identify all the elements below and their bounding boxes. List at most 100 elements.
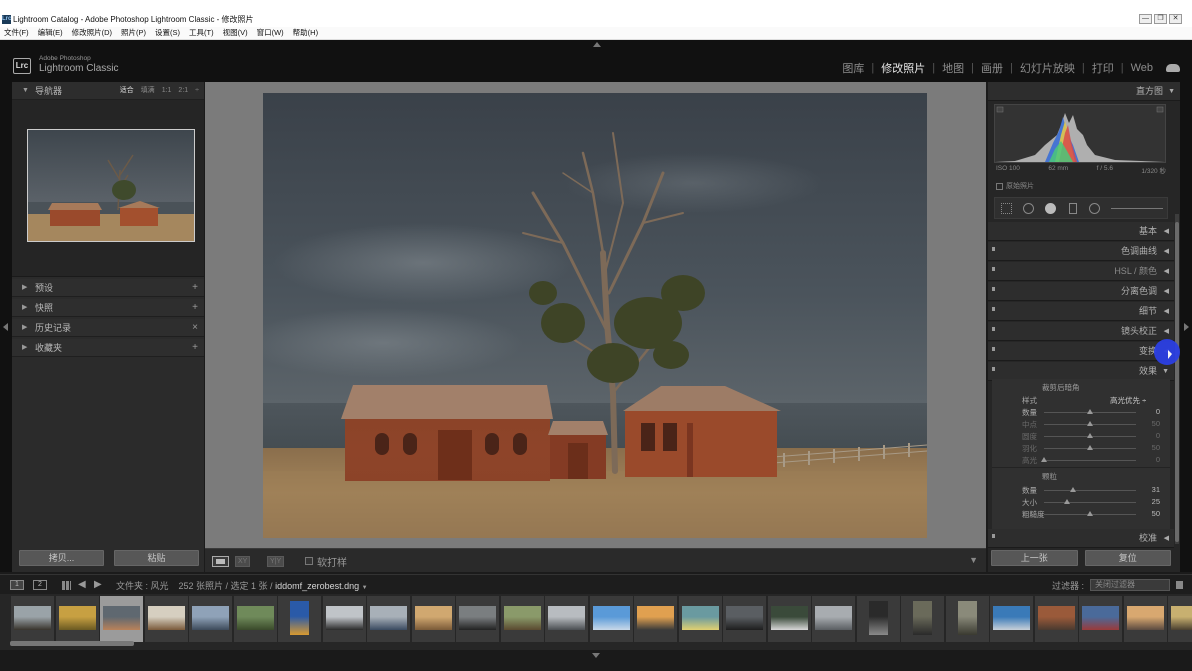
vignette-slider-knob[interactable] <box>1087 433 1093 438</box>
vignette-slider-value[interactable]: 0 <box>1156 455 1160 464</box>
primary-window-button[interactable]: 1 <box>10 580 24 590</box>
menu-view[interactable]: 视图(V) <box>223 27 248 39</box>
grain-slider-knob[interactable] <box>1087 511 1093 516</box>
add-collection-icon[interactable]: + <box>192 339 198 357</box>
scrollbar-thumb[interactable] <box>1175 222 1179 542</box>
filmstrip-thumbnail[interactable] <box>1168 596 1192 642</box>
radial-filter-icon[interactable] <box>1089 203 1100 214</box>
panel-switch-icon[interactable] <box>992 287 995 291</box>
vignette-slider-knob[interactable] <box>1087 445 1093 450</box>
filmstrip-thumbnail[interactable] <box>100 596 143 642</box>
filmstrip-thumbnail[interactable] <box>723 596 766 642</box>
filmstrip-thumbnail[interactable] <box>411 596 455 642</box>
grain-slider-knob[interactable] <box>1069 487 1076 492</box>
histogram-header[interactable]: 直方图 ▼ <box>988 82 1180 101</box>
collapse-right-triangle-icon[interactable] <box>1184 323 1189 331</box>
menu-window[interactable]: 窗口(W) <box>257 27 284 39</box>
menu-develop[interactable]: 修改照片(D) <box>72 27 112 39</box>
filter-select[interactable]: 关闭过滤器 <box>1090 579 1170 591</box>
source-dropdown-icon[interactable]: ▼ <box>362 585 368 591</box>
filmstrip-thumbnail[interactable] <box>678 596 722 642</box>
vignette-slider-track[interactable] <box>1044 460 1136 461</box>
reset-button[interactable]: 复位 <box>1084 550 1171 566</box>
filmstrip-thumbnail[interactable] <box>901 596 944 642</box>
paste-settings-button[interactable]: 粘贴 <box>114 550 199 566</box>
filmstrip-thumbnail[interactable] <box>278 596 321 642</box>
filmstrip-thumbnail[interactable] <box>945 596 989 642</box>
vignette-slider-value[interactable]: 50 <box>1152 419 1160 428</box>
copy-settings-button[interactable]: 拷贝... <box>19 550 104 566</box>
grid-view-icon[interactable] <box>62 581 71 590</box>
brush-size-slider[interactable] <box>1111 208 1163 209</box>
split-toning-panel-header[interactable]: 分离色调 ◀ <box>988 282 1174 301</box>
previous-settings-button[interactable]: 上一张 <box>991 550 1078 566</box>
before-after-swap-button[interactable]: Y|Y <box>267 556 285 567</box>
menu-settings[interactable]: 设置(S) <box>155 27 180 39</box>
filmstrip-thumbnail[interactable] <box>456 596 499 642</box>
filmstrip-thumbnail[interactable] <box>545 596 588 642</box>
before-after-view-button[interactable]: XY <box>235 556 251 567</box>
menu-help[interactable]: 帮助(H) <box>293 27 318 39</box>
filmstrip-thumbnail[interactable] <box>1034 596 1078 642</box>
navigator-header[interactable]: ▼ 导航器 适合 填满 1:1 2:1 ÷ <box>12 82 204 100</box>
filmstrip-thumbnail[interactable] <box>189 596 232 642</box>
filmstrip-thumbnail[interactable] <box>856 596 900 642</box>
module-develop[interactable]: 修改照片 <box>874 60 932 76</box>
basic-panel-header[interactable]: 基本 ◀ <box>988 222 1174 241</box>
add-preset-icon[interactable]: + <box>192 279 198 297</box>
graduated-filter-icon[interactable] <box>1069 203 1077 214</box>
filmstrip-thumbnail[interactable] <box>1123 596 1167 642</box>
module-slideshow[interactable]: 幻灯片放映 <box>1013 60 1082 76</box>
toolbar-options-dropdown[interactable]: ▼ <box>969 555 978 565</box>
zoom-1-1[interactable]: 1:1 <box>162 82 172 100</box>
vignette-slider-value[interactable]: 50 <box>1152 443 1160 452</box>
bottom-panel-toggle-strip[interactable] <box>0 650 1192 671</box>
loupe-view-icon[interactable] <box>212 556 229 567</box>
filmstrip-source-info[interactable]: 文件夹 : 风光 252 张照片 / 选定 1 张 / iddomf_zerob… <box>116 579 368 592</box>
module-library[interactable]: 图库 <box>835 60 871 76</box>
spot-removal-icon[interactable] <box>1023 203 1034 214</box>
snapshots-header[interactable]: ▶ 快照 + <box>12 299 204 317</box>
tone-curve-panel-header[interactable]: 色调曲线 ◀ <box>988 242 1174 261</box>
presets-header[interactable]: ▶ 预设 + <box>12 279 204 297</box>
top-panel-toggle-strip[interactable] <box>0 40 1192 50</box>
filmstrip-thumbnail[interactable] <box>500 596 544 642</box>
calibration-panel-header[interactable]: 校准 ◀ <box>988 529 1174 548</box>
original-photo-toggle[interactable]: 原始照片 <box>996 181 1034 191</box>
panel-switch-icon[interactable] <box>992 247 995 251</box>
zoom-fill[interactable]: 填满 <box>141 82 155 100</box>
panel-switch-icon[interactable] <box>992 534 995 538</box>
menu-edit[interactable]: 编辑(E) <box>38 27 63 39</box>
collapse-bottom-triangle-icon[interactable] <box>592 653 600 658</box>
filmstrip-thumbnail[interactable] <box>55 596 99 642</box>
filmstrip-thumbnail[interactable] <box>144 596 188 642</box>
filmstrip-thumbnail[interactable] <box>233 596 277 642</box>
filmstrip-scrollbar[interactable] <box>10 641 134 646</box>
previous-arrow-icon[interactable]: ◀ <box>78 579 86 590</box>
panel-switch-icon[interactable] <box>992 347 995 351</box>
filmstrip-thumbnail[interactable] <box>589 596 633 642</box>
next-arrow-icon[interactable]: ▶ <box>94 579 102 590</box>
hsl-panel-header[interactable]: HSL / 颜色 ◀ <box>988 262 1174 281</box>
module-book[interactable]: 画册 <box>974 60 1010 76</box>
filmstrip-thumbnail[interactable] <box>812 596 855 642</box>
filmstrip-thumbnail[interactable] <box>990 596 1033 642</box>
vignette-slider-value[interactable]: 0 <box>1156 407 1160 416</box>
cloud-icon[interactable] <box>1166 64 1180 72</box>
vignette-slider-knob[interactable] <box>1041 457 1047 462</box>
vignette-slider-knob[interactable] <box>1087 409 1093 414</box>
detail-panel-header[interactable]: 细节 ◀ <box>988 302 1174 321</box>
main-photo[interactable] <box>263 93 927 538</box>
grain-slider-value[interactable]: 31 <box>1152 485 1160 494</box>
filmstrip-thumbnail[interactable] <box>1079 596 1122 642</box>
panel-switch-icon[interactable] <box>992 267 995 271</box>
collapse-top-triangle-icon[interactable] <box>593 42 601 47</box>
clear-history-icon[interactable]: × <box>192 319 198 337</box>
maximize-button[interactable]: ❐ <box>1154 14 1167 24</box>
filmstrip-thumbnail[interactable] <box>322 596 366 642</box>
soft-proof-checkbox[interactable] <box>305 557 313 565</box>
zoom-more-icon[interactable]: ÷ <box>195 82 199 100</box>
grain-slider-track[interactable] <box>1044 490 1136 491</box>
grain-slider-value[interactable]: 50 <box>1152 509 1160 518</box>
collapse-left-triangle-icon[interactable] <box>3 323 8 331</box>
